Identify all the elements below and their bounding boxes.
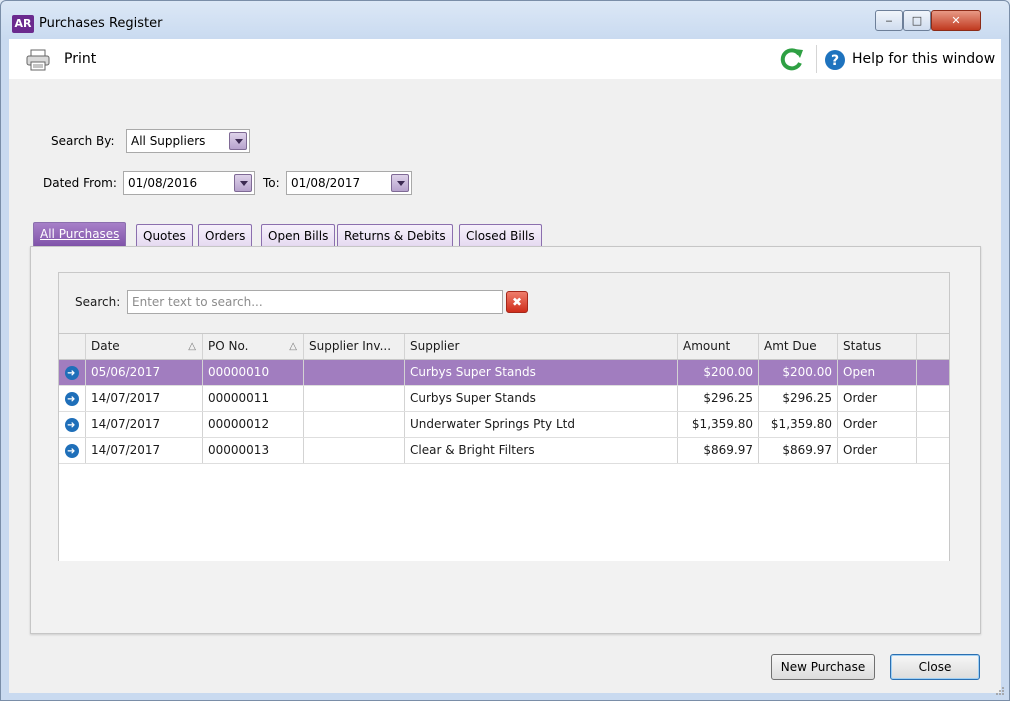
search-by-label: Search By: [51,134,115,148]
to-label: To: [263,176,280,190]
row-selector[interactable] [59,412,86,437]
column-header-po-no[interactable]: PO No. △ [203,334,304,359]
table-row[interactable]: 05/06/2017 00000010 Curbys Super Stands … [59,360,949,386]
close-button[interactable]: Close [890,654,980,680]
help-button[interactable]: Help for this window [852,51,995,67]
cell-amt-due: $200.00 [759,360,838,385]
cell-amount: $869.97 [678,438,759,463]
cell-status: Order [838,438,917,463]
arrow-right-icon[interactable] [65,439,79,463]
cell-date: 14/07/2017 [86,438,203,463]
search-by-value: All Suppliers [131,134,206,148]
dated-to-field[interactable]: 01/08/2017 [286,171,412,195]
cell-amt-due: $296.25 [759,386,838,411]
table-row[interactable]: 14/07/2017 00000013 Clear & Bright Filte… [59,438,949,464]
arrow-right-icon[interactable] [65,413,79,437]
chevron-down-icon[interactable] [391,174,409,192]
cell-status: Order [838,412,917,437]
register-grid-container: Search: ✖ Date△ PO No.△ Supplier Inv... … [58,272,950,561]
cell-status: Order [838,386,917,411]
tab-quotes[interactable]: Quotes [136,224,193,248]
arrow-right-icon[interactable] [65,387,79,411]
column-header-date[interactable]: Date △ [86,334,203,359]
table-row[interactable]: 14/07/2017 00000011 Curbys Super Stands … [59,386,949,412]
toolbar-divider [816,45,817,73]
cell-po-no: 00000010 [203,360,304,385]
arrow-right-icon[interactable] [65,361,79,385]
sort-triangle-icon: △ [188,341,196,352]
dated-from-field[interactable]: 01/08/2016 [123,171,255,195]
column-header-supplier-inv[interactable]: Supplier Inv... [304,334,405,359]
sort-triangle-icon: △ [289,341,297,352]
dated-to-value: 01/08/2017 [291,176,361,190]
chevron-down-icon[interactable] [234,174,252,192]
cell-po-no: 00000011 [203,386,304,411]
content-area: Search By: All Suppliers Dated From: 01/… [9,79,1001,693]
maximize-button[interactable]: □ [903,10,931,31]
tab-panel: Search: ✖ Date△ PO No.△ Supplier Inv... … [30,246,981,634]
cell-date: 14/07/2017 [86,386,203,411]
window-title: Purchases Register [39,16,163,31]
purchases-register-window: AR Purchases Register ‒ □ ✕ Print ? Help… [0,0,1010,701]
minimize-button[interactable]: ‒ [875,10,903,31]
cell-date: 05/06/2017 [86,360,203,385]
cell-po-no: 00000012 [203,412,304,437]
tab-returns-debits[interactable]: Returns & Debits [337,224,453,248]
search-by-select[interactable]: All Suppliers [126,129,250,153]
toolbar: Print ? Help for this window [9,39,1001,79]
cell-date: 14/07/2017 [86,412,203,437]
tab-all-purchases[interactable]: All Purchases [33,222,127,248]
window-close-button[interactable]: ✕ [931,10,981,31]
column-header-amount[interactable]: Amount [678,334,759,359]
purchases-table: Date △ PO No. △ Supplier Inv... Supplier A… [59,333,949,561]
app-badge-icon: AR [12,15,34,33]
cell-supplier-inv [304,438,405,463]
cell-amount: $1,359.80 [678,412,759,437]
row-selector[interactable] [59,360,86,385]
chevron-down-icon[interactable] [229,132,247,150]
printer-icon[interactable] [25,49,51,71]
help-icon[interactable]: ? [824,49,846,71]
row-selector[interactable] [59,438,86,463]
cell-amt-due: $1,359.80 [759,412,838,437]
row-selector[interactable] [59,386,86,411]
cell-supplier-inv [304,360,405,385]
tab-open-bills[interactable]: Open Bills [261,224,336,248]
title-bar: AR Purchases Register ‒ □ ✕ [1,1,1009,39]
cell-supplier-inv [304,412,405,437]
search-label: Search: [75,295,121,309]
cell-supplier: Curbys Super Stands [405,386,678,411]
clear-search-button[interactable]: ✖ [506,291,528,313]
row-selector-header [59,334,86,359]
cell-supplier-inv [304,386,405,411]
dated-from-label: Dated From: [43,176,117,190]
refresh-icon[interactable] [779,47,805,71]
cell-supplier: Underwater Springs Pty Ltd [405,412,678,437]
cell-status: Open [838,360,917,385]
tab-closed-bills[interactable]: Closed Bills [459,224,542,248]
column-header-status[interactable]: Status [838,334,917,359]
new-purchase-button[interactable]: New Purchase [771,654,875,680]
cell-supplier: Clear & Bright Filters [405,438,678,463]
print-button[interactable]: Print [64,51,96,67]
svg-text:?: ? [831,53,839,69]
cell-po-no: 00000013 [203,438,304,463]
column-header-amt-due[interactable]: Amt Due [759,334,838,359]
search-input[interactable] [127,290,503,314]
column-header-supplier[interactable]: Supplier [405,334,678,359]
tab-orders[interactable]: Orders [198,224,253,248]
table-row[interactable]: 14/07/2017 00000012 Underwater Springs P… [59,412,949,438]
cell-amt-due: $869.97 [759,438,838,463]
cell-amount: $200.00 [678,360,759,385]
table-header: Date △ PO No. △ Supplier Inv... Supplier A… [59,334,949,360]
resize-grip-icon[interactable] [995,686,1005,696]
dated-from-value: 01/08/2016 [128,176,198,190]
cell-amount: $296.25 [678,386,759,411]
cell-supplier: Curbys Super Stands [405,360,678,385]
